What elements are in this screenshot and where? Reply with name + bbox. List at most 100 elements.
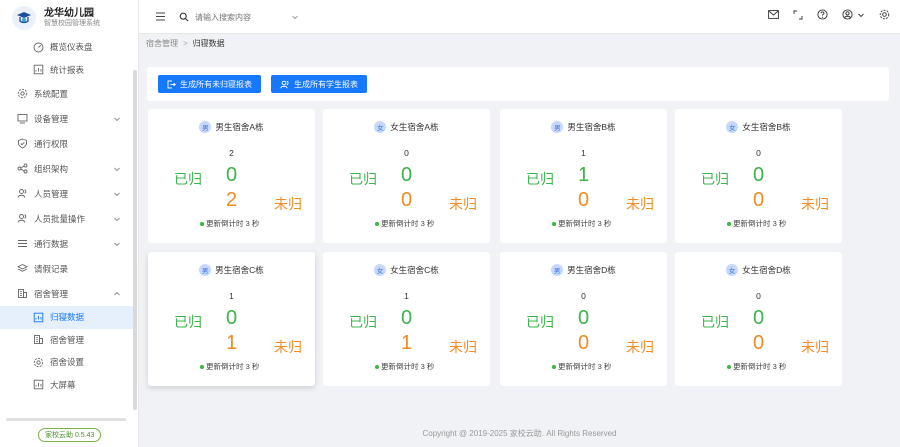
sidebar-item-label: 大屏幕 — [50, 379, 76, 390]
refresh-countdown: 更新倒计时 3 秒 — [727, 361, 786, 372]
sidebar-item[interactable]: 归寝数据 — [0, 306, 133, 329]
dorm-name: 女生宿舍A栋 — [390, 122, 439, 132]
dorm-total-count: 0 — [756, 291, 761, 301]
generate-student-report-label: 生成所有学生报表 — [294, 79, 358, 89]
sidebar-item[interactable]: 系统配置 — [0, 81, 133, 106]
status-dot-icon — [375, 221, 379, 226]
sidebar-item[interactable]: 大屏幕 — [0, 374, 133, 397]
refresh-countdown: 更新倒计时 3 秒 — [727, 218, 786, 229]
fullscreen-icon[interactable] — [793, 10, 803, 20]
sidebar-scrollbar[interactable] — [133, 70, 137, 410]
returned-label: 已归 — [349, 314, 377, 330]
returned-label: 已归 — [526, 171, 554, 187]
chevron-down-icon[interactable] — [113, 165, 121, 173]
settings-gear-icon[interactable] — [879, 9, 890, 20]
sidebar-item[interactable]: 宿舍设置 — [0, 351, 133, 374]
status-dot-icon — [727, 364, 731, 369]
dorm-card[interactable]: 女女生宿舍D栋 0 已归 0 0 未归 更新倒计时 3 秒 — [675, 252, 842, 386]
footer-copyright: Copyright @ 2019-2025 家校云助. All Rights R… — [422, 429, 617, 438]
returned-count: 0 — [226, 164, 238, 186]
refresh-countdown-text: 更新倒计时 3 秒 — [206, 219, 260, 228]
dorm-card[interactable]: 男男生宿舍C栋 1 已归 0 1 未归 更新倒计时 3 秒 — [148, 252, 315, 386]
gender-badge: 男 — [551, 264, 564, 276]
search-input[interactable] — [195, 12, 275, 22]
refresh-countdown-text: 更新倒计时 3 秒 — [206, 362, 260, 371]
shield-icon — [16, 138, 28, 150]
dorm-card[interactable]: 女女生宿舍C栋 1 已归 0 1 未归 更新倒计时 3 秒 — [323, 252, 490, 386]
status-dot-icon — [375, 364, 379, 369]
gauge-icon — [32, 41, 44, 53]
chevron-down-icon[interactable] — [113, 115, 121, 123]
mail-icon[interactable] — [768, 10, 779, 19]
refresh-countdown: 更新倒计时 3 秒 — [375, 218, 434, 229]
sidebar-item[interactable]: 统计报表 — [0, 59, 133, 82]
brand-logo[interactable]: 龙华幼儿园 智慧校园管理系统 — [0, 0, 138, 36]
refresh-countdown-text: 更新倒计时 3 秒 — [381, 219, 435, 228]
sidebar-item-label: 系统配置 — [34, 88, 69, 99]
gender-badge: 女 — [374, 264, 387, 276]
sidebar-item[interactable]: 组织架构 — [0, 156, 133, 181]
sidebar-item-label: 人员批量操作 — [34, 213, 86, 224]
not-returned-count: 1 — [226, 332, 238, 354]
user-avatar-icon[interactable] — [842, 9, 865, 20]
generate-student-report-button[interactable]: 生成所有学生报表 — [271, 75, 367, 93]
sidebar-item[interactable]: 通行权限 — [0, 131, 133, 156]
sidebar-item-label: 人员管理 — [34, 188, 69, 199]
top-header — [139, 0, 900, 34]
not-returned-label: 未归 — [801, 196, 829, 212]
chevron-up-icon[interactable] — [113, 290, 121, 298]
version-badge: 家校云助 0.5.43 — [38, 428, 102, 442]
dorm-card-title: 男男生宿舍B栋 — [500, 121, 667, 133]
not-returned-label: 未归 — [626, 339, 654, 355]
sidebar-item[interactable]: 请假记录 — [0, 256, 133, 281]
not-returned-count: 0 — [578, 332, 590, 354]
menu-toggle-icon[interactable] — [155, 11, 166, 22]
dorm-card[interactable]: 男男生宿舍A栋 2 已归 0 2 未归 更新倒计时 3 秒 — [148, 109, 315, 243]
not-returned-label: 未归 — [626, 196, 654, 212]
search-box[interactable] — [179, 8, 319, 26]
sidebar-h-scrollbar[interactable] — [6, 418, 126, 421]
gender-badge: 女 — [374, 121, 387, 133]
dorm-card[interactable]: 女女生宿舍A栋 0 已归 0 0 未归 更新倒计时 3 秒 — [323, 109, 490, 243]
breadcrumb-parent[interactable]: 宿舍管理 — [146, 39, 178, 48]
returned-count: 0 — [226, 307, 238, 329]
building-icon — [32, 334, 44, 346]
chevron-down-icon[interactable] — [113, 240, 121, 248]
dorm-card[interactable]: 女女生宿舍B栋 0 已归 0 0 未归 更新倒计时 3 秒 — [675, 109, 842, 243]
dorm-name: 男生宿舍C栋 — [215, 265, 264, 275]
dorm-card-title: 女女生宿舍C栋 — [323, 264, 490, 276]
breadcrumb-separator: > — [183, 39, 188, 48]
sidebar-item[interactable]: 人员管理 — [0, 181, 133, 206]
returned-count: 0 — [578, 307, 590, 329]
sidebar-item[interactable]: 人员批量操作 — [0, 206, 133, 231]
chevron-down-icon[interactable] — [113, 215, 121, 223]
sidebar-item[interactable]: 设备管理 — [0, 106, 133, 131]
gender-badge: 男 — [551, 121, 564, 133]
dorm-total-count: 0 — [756, 148, 761, 158]
dorm-total-count: 1 — [229, 291, 234, 301]
chevron-down-icon[interactable] — [857, 11, 865, 19]
not-returned-label: 未归 — [449, 196, 477, 212]
gender-badge: 女 — [726, 121, 739, 133]
gear-icon — [32, 356, 44, 368]
gender-badge: 男 — [199, 121, 212, 133]
dorm-card[interactable]: 男男生宿舍B栋 1 已归 1 0 未归 更新倒计时 3 秒 — [500, 109, 667, 243]
sidebar-item[interactable]: 概览仪表盘 — [0, 36, 133, 59]
status-dot-icon — [727, 221, 731, 226]
returned-count: 0 — [401, 164, 413, 186]
returned-label: 已归 — [701, 171, 729, 187]
sidebar-item[interactable]: 通行数据 — [0, 231, 133, 256]
sidebar-item[interactable]: 宿舍管理 — [0, 329, 133, 352]
sidebar-item-label: 请假记录 — [34, 263, 69, 274]
help-icon[interactable] — [817, 9, 828, 20]
generate-unreturned-report-button[interactable]: 生成所有未归寝报表 — [158, 75, 261, 93]
refresh-countdown: 更新倒计时 3 秒 — [552, 361, 611, 372]
report-icon — [32, 311, 44, 323]
search-icon — [179, 12, 189, 22]
users-icon — [280, 80, 289, 88]
dorm-card[interactable]: 男男生宿舍D栋 0 已归 0 0 未归 更新倒计时 3 秒 — [500, 252, 667, 386]
chevron-down-icon[interactable] — [113, 190, 121, 198]
chevron-down-icon[interactable] — [291, 13, 299, 21]
dorm-card-title: 女女生宿舍B栋 — [675, 121, 842, 133]
sidebar-item[interactable]: 宿舍管理 — [0, 281, 133, 306]
